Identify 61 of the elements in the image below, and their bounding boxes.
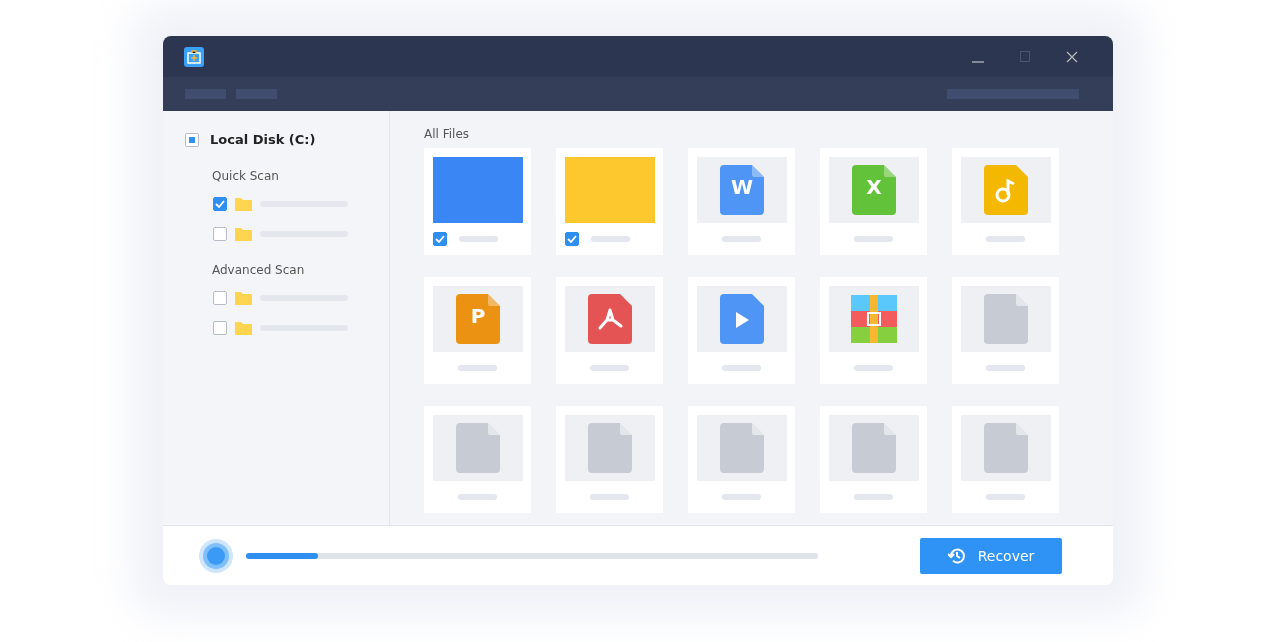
text-placeholder xyxy=(458,364,497,371)
section-title: All Files xyxy=(424,127,471,141)
file-icon xyxy=(720,423,764,474)
checkbox[interactable] xyxy=(433,231,447,246)
folder-icon xyxy=(235,197,252,211)
folder-icon xyxy=(235,291,252,305)
file-icon xyxy=(984,294,1028,345)
checkbox[interactable] xyxy=(185,132,199,147)
recover-button[interactable]: Recover xyxy=(920,537,1062,574)
text-placeholder xyxy=(722,364,761,371)
file-icon xyxy=(852,423,896,474)
file-card[interactable] xyxy=(424,406,531,513)
document-icon: W xyxy=(720,165,764,216)
status-dot-icon xyxy=(199,538,233,573)
text-placeholder xyxy=(459,235,498,242)
section-title: Quick Scan xyxy=(212,169,280,183)
document-icon: X xyxy=(852,165,896,216)
file-card[interactable] xyxy=(952,406,1059,513)
text-placeholder xyxy=(590,364,629,371)
folder-icon xyxy=(235,321,252,335)
close-icon[interactable] xyxy=(1066,50,1078,63)
file-card[interactable]: X xyxy=(820,148,927,255)
file-card[interactable] xyxy=(556,406,663,513)
archive-file-icon xyxy=(851,295,897,344)
text-placeholder xyxy=(458,493,497,500)
checkbox[interactable] xyxy=(213,291,227,305)
checkbox[interactable] xyxy=(565,231,579,246)
text-placeholder xyxy=(986,364,1025,371)
file-icon xyxy=(588,423,632,474)
file-card[interactable] xyxy=(952,148,1059,255)
folder-icon xyxy=(235,227,252,241)
file-card[interactable]: W xyxy=(688,148,795,255)
text-placeholder xyxy=(590,493,629,500)
file-card[interactable] xyxy=(556,148,663,255)
section-title: Advanced Scan xyxy=(212,263,306,277)
file-card[interactable]: P xyxy=(424,277,531,384)
toolbox-icon xyxy=(184,46,204,67)
text-placeholder xyxy=(986,493,1025,500)
file-card[interactable] xyxy=(424,148,531,255)
file-icon xyxy=(456,423,500,474)
checkbox[interactable] xyxy=(213,321,227,335)
file-card[interactable] xyxy=(688,277,795,384)
checkbox[interactable] xyxy=(213,197,227,211)
text-placeholder xyxy=(722,235,761,242)
text-placeholder xyxy=(722,493,761,500)
file-card[interactable] xyxy=(556,277,663,384)
text-placeholder xyxy=(591,235,630,242)
text-placeholder xyxy=(986,235,1025,242)
document-icon: P xyxy=(456,294,500,345)
text-placeholder xyxy=(854,235,893,242)
file-icon xyxy=(984,423,1028,474)
file-card[interactable] xyxy=(952,277,1059,384)
file-card[interactable] xyxy=(688,406,795,513)
text-placeholder xyxy=(854,364,893,371)
file-card[interactable] xyxy=(820,277,927,384)
maximize-icon[interactable] xyxy=(1020,50,1030,63)
history-icon xyxy=(947,546,966,565)
text-placeholder xyxy=(854,493,893,500)
checkbox[interactable] xyxy=(213,227,227,241)
file-card[interactable] xyxy=(820,406,927,513)
disk-label: Local Disk (C:) xyxy=(210,132,316,147)
